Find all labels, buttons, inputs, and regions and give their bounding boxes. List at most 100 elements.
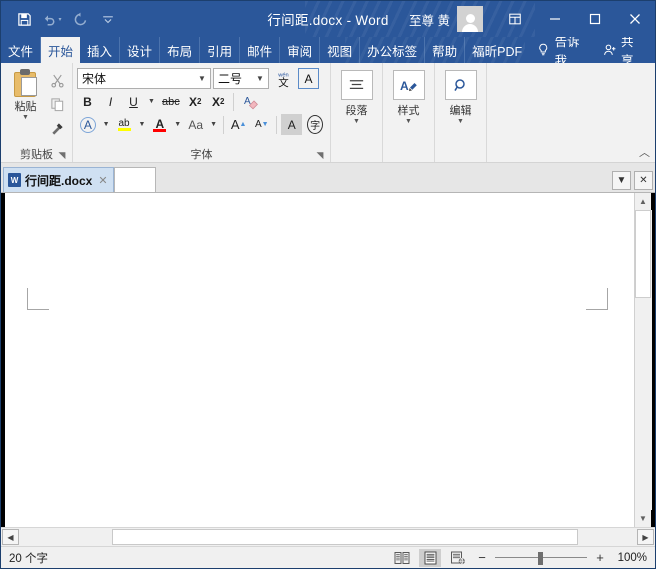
tab-office-tabs[interactable]: 办公标签 [360,37,426,63]
phonetic-guide-icon[interactable]: wén 文 [271,68,296,89]
tab-layout[interactable]: 布局 [160,37,201,63]
text-effects-button[interactable]: A [77,114,99,135]
quick-access-toolbar: ▾ [1,6,121,32]
print-layout-view-button[interactable] [419,548,441,567]
font-row-3: A ▼ ab ▼ A ▼ Aa ▼ A ▲ A ▼ A 字 [77,114,326,135]
bold-button[interactable]: B [77,91,98,112]
doc-tab-list-dropdown-icon[interactable]: ▼ [612,171,631,190]
font-name-input[interactable]: 宋体 ▼ [77,68,211,89]
tab-mailings[interactable]: 邮件 [240,37,281,63]
tab-view[interactable]: 视图 [320,37,361,63]
paste-dropdown-caret-icon[interactable]: ▼ [22,114,29,121]
change-case-button[interactable]: Aa [185,114,206,135]
editing-dropdown-caret-icon[interactable]: ▼ [457,118,464,126]
scroll-down-arrow-icon[interactable]: ▼ [634,510,652,527]
tab-help[interactable]: 帮助 [425,37,466,63]
doc-tab-close-icon[interactable]: ✕ [98,174,107,187]
character-border-icon[interactable]: A [298,68,319,89]
close-button[interactable] [615,1,655,37]
underline-dropdown-icon[interactable]: ▼ [146,91,157,112]
shrink-font-button[interactable]: A ▼ [251,114,272,135]
vertical-scroll-thumb[interactable] [634,210,651,298]
zoom-in-button[interactable]: + [593,550,607,565]
font-name-dropdown-icon[interactable]: ▼ [194,74,210,83]
enclose-characters-button[interactable]: 字 [304,114,326,135]
minimize-button[interactable] [535,1,575,37]
svg-text:文: 文 [278,76,289,88]
scroll-left-arrow-icon[interactable]: ◀ [2,529,19,545]
font-dialog-launcher-icon[interactable]: ◥ [314,149,326,161]
tab-references[interactable]: 引用 [200,37,241,63]
word-count-label[interactable]: 20 个字 [9,550,48,566]
tab-review[interactable]: 审阅 [280,37,321,63]
scroll-right-arrow-icon[interactable]: ▶ [637,529,654,545]
italic-button[interactable]: I [100,91,121,112]
text-effects-dropdown-icon[interactable]: ▼ [101,114,112,135]
paste-button[interactable]: 粘贴 ▼ [5,67,46,146]
font-size-dropdown-icon[interactable]: ▼ [252,74,268,83]
document-page[interactable]: 这是第一段内容。↵ 中间这一块，就是行间距 这是第二段，加粗，斜体。↵ [5,193,634,527]
tab-file[interactable]: 文件 [1,37,42,63]
save-icon[interactable] [11,6,37,32]
horizontal-scrollbar[interactable]: ◀ ▶ [1,527,655,546]
read-mode-view-button[interactable] [391,549,413,567]
zoom-slider-thumb[interactable] [538,551,543,565]
share-button[interactable]: 共享 [599,37,655,63]
vertical-scroll-track[interactable] [634,210,652,510]
maximize-button[interactable] [575,1,615,37]
new-document-tab-button[interactable] [113,167,156,192]
format-painter-button[interactable] [46,118,68,139]
paragraph-group-label: 段落 [345,105,368,117]
styles-group-button[interactable]: A 样式 ▼ [387,67,430,146]
clipboard-dialog-launcher-icon[interactable]: ◥ [56,149,68,161]
font-row2-separator [232,92,234,111]
highlight-color-dropdown-icon[interactable]: ▼ [137,114,148,135]
paragraph-group-button[interactable]: 段落 ▼ [335,67,378,146]
tab-insert[interactable]: 插入 [80,37,121,63]
collapse-ribbon-button[interactable]: ︿ [639,144,650,160]
share-person-icon [603,44,616,55]
styles-dropdown-caret-icon[interactable]: ▼ [405,118,412,126]
tell-me-box[interactable]: 告诉我 [529,37,598,63]
editing-group-body: 编辑 ▼ [435,63,486,146]
zoom-slider[interactable] [495,551,587,565]
font-name-value: 宋体 [82,72,107,86]
highlight-color-button[interactable]: ab [114,114,135,135]
tab-home[interactable]: 开始 [41,37,81,63]
ribbon-display-options-icon[interactable] [495,1,535,37]
underline-button[interactable]: U [123,91,144,112]
customize-qat-icon[interactable] [95,6,121,32]
doc-tab-bar-controls: ▼ ✕ [612,171,653,192]
web-layout-view-button[interactable] [447,549,469,567]
font-color-button[interactable]: A [149,114,170,135]
font-size-input[interactable]: 二号 ▼ [213,68,269,89]
character-shading-button[interactable]: A [281,114,303,135]
change-case-dropdown-icon[interactable]: ▼ [208,114,219,135]
zoom-out-button[interactable]: − [475,550,489,565]
undo-icon[interactable]: ▾ [39,6,65,32]
clipboard-small-buttons [46,67,68,146]
paintbrush-icon [51,123,63,135]
document-paragraph-1[interactable]: 这是第一段内容。↵ [29,523,277,527]
horizontal-scroll-thumb[interactable] [112,529,578,545]
superscript-button[interactable]: X2 [208,91,229,112]
tab-design[interactable]: 设计 [120,37,161,63]
avatar[interactable] [457,6,483,32]
zoom-level-label[interactable]: 100% [613,552,647,564]
horizontal-scroll-track[interactable] [20,529,636,545]
clear-formatting-button[interactable]: A [238,91,262,112]
scroll-up-arrow-icon[interactable]: ▲ [634,193,652,210]
doc-tab-close-all-icon[interactable]: ✕ [634,171,653,190]
subscript-button[interactable]: X2 [185,91,206,112]
grow-font-button[interactable]: A ▲ [228,114,249,135]
cut-button[interactable] [46,70,68,91]
paragraph-dropdown-caret-icon[interactable]: ▼ [353,118,360,126]
doc-tab-hangjianju[interactable]: W 行间距.docx ✕ [3,167,114,192]
font-color-dropdown-icon[interactable]: ▼ [172,114,183,135]
strikethrough-button[interactable]: abc [159,91,183,112]
copy-button[interactable] [46,94,68,115]
editing-group-button[interactable]: 编辑 ▼ [439,67,482,146]
vertical-scrollbar[interactable]: ▲ ▼ [634,193,652,527]
tab-foxit-pdf[interactable]: 福昕PDF [465,37,529,63]
redo-icon[interactable] [67,6,93,32]
